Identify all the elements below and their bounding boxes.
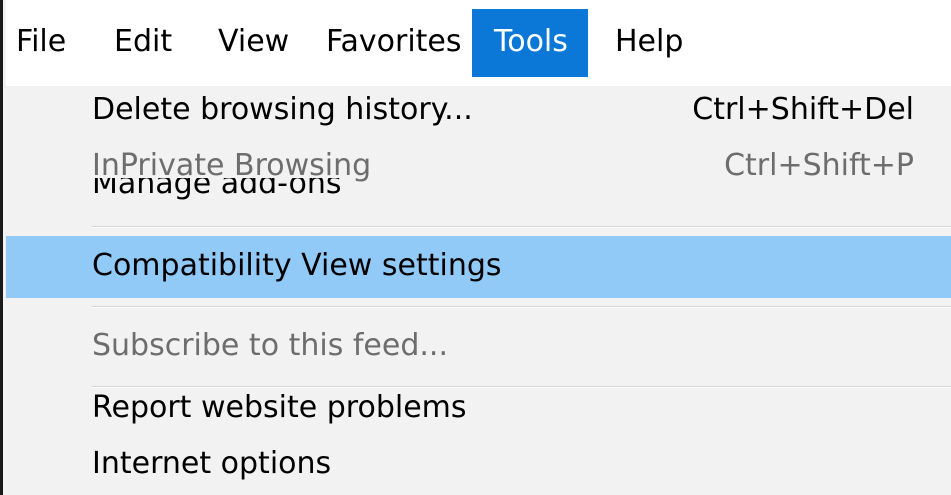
menu-item-label: Delete browsing history... [92,92,473,127]
menu-item-shortcut: Ctrl+Shift+P [724,148,914,183]
menu-item-label: Internet options [92,446,332,481]
menu-item-internet-options[interactable]: Internet options [6,446,951,492]
menu-item-label: Subscribe to this feed... [92,328,448,363]
menu-item-label: Compatibility View settings [92,248,502,283]
menu-item-inprivate-browsing: InPrivate Browsing Ctrl+Shift+P [6,146,951,190]
tools-dropdown-menu: Delete browsing history... Ctrl+Shift+De… [6,86,951,495]
menu-item-label: Report website problems [92,390,467,425]
menu-tools[interactable]: Tools [472,9,588,77]
menu-bar: File Edit View Favorites Tools Help [6,0,951,87]
menu-item-shortcut: Ctrl+Shift+Del [692,92,914,127]
menu-file[interactable]: File [16,9,86,77]
menu-view[interactable]: View [218,9,308,77]
menu-item-delete-browsing-history[interactable]: Delete browsing history... Ctrl+Shift+De… [6,86,951,146]
menu-item-label: InPrivate Browsing [92,148,372,183]
menu-item-compatibility-view-settings[interactable]: Compatibility View settings [6,236,951,298]
menu-help[interactable]: Help [615,9,695,77]
menu-item-subscribe-to-feed: Subscribe to this feed... [6,322,951,372]
menu-favorites[interactable]: Favorites [326,9,466,77]
menu-separator [92,306,951,308]
browser-window: File Edit View Favorites Tools Help Dele… [0,0,951,495]
menu-item-report-website-problems[interactable]: Report website problems [6,388,951,430]
menu-separator [92,226,951,228]
menu-edit[interactable]: Edit [114,9,194,77]
